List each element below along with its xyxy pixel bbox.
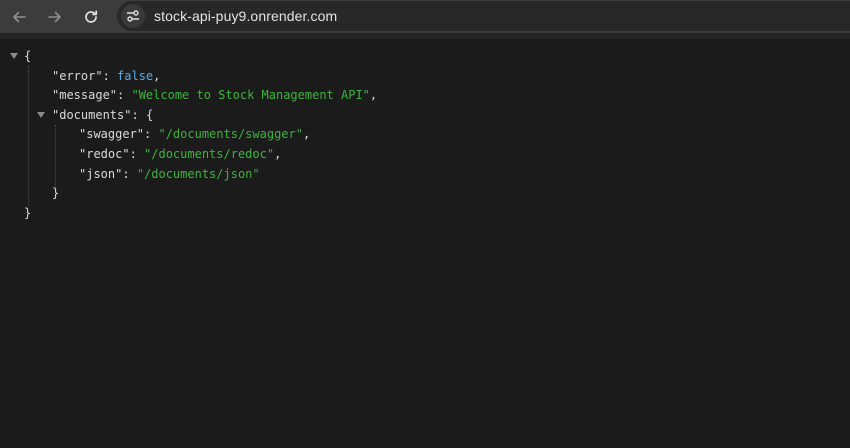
close-brace: }	[24, 205, 32, 220]
json-line-message: "message": "Welcome to Stock Management …	[52, 86, 377, 106]
json-viewer: { "error": false, "message": "Welcome to…	[0, 39, 850, 448]
reload-button[interactable]	[78, 4, 104, 30]
message-key: "message"	[52, 88, 118, 103]
redoc-value: "/documents/redoc"	[144, 147, 275, 161]
comma: ,	[302, 127, 311, 142]
documents-close-brace: }	[52, 186, 60, 201]
json-line-error: "error": false,	[52, 67, 160, 87]
error-key: "error"	[52, 68, 103, 83]
json-line-open: {	[24, 47, 31, 67]
colon: :	[122, 166, 137, 181]
arrow-right-icon	[48, 11, 61, 22]
comma: ,	[274, 147, 282, 161]
colon: :	[131, 107, 146, 122]
collapse-documents-toggle[interactable]	[37, 112, 45, 118]
arrow-left-icon	[13, 11, 26, 22]
documents-open-brace: {	[145, 107, 154, 122]
url-text[interactable]: stock-api-puy9.onrender.com	[154, 8, 337, 24]
json-line-json: "json": "/documents/json"	[79, 165, 260, 185]
comma: ,	[369, 88, 378, 103]
json-line-swagger: "swagger": "/documents/swagger",	[79, 125, 310, 145]
site-info-button[interactable]	[121, 4, 145, 28]
redoc-key: "redoc"	[79, 147, 130, 161]
json-key: "json"	[79, 166, 123, 181]
browser-toolbar: stock-api-puy9.onrender.com	[0, 0, 850, 33]
address-bar[interactable]: stock-api-puy9.onrender.com	[117, 1, 850, 31]
colon: :	[144, 127, 159, 142]
forward-button[interactable]	[42, 4, 68, 30]
comma: ,	[153, 68, 161, 83]
json-value: "/documents/json"	[136, 166, 260, 181]
indent-guide-root	[28, 66, 29, 206]
json-line-redoc: "redoc": "/documents/redoc",	[79, 145, 281, 165]
json-line-close: }	[24, 204, 31, 224]
json-line-documents: "documents": {	[52, 106, 153, 126]
colon: :	[117, 88, 132, 103]
reload-icon	[85, 9, 98, 23]
swagger-key: "swagger"	[79, 127, 145, 142]
open-brace: {	[24, 49, 32, 63]
colon: :	[102, 68, 118, 83]
message-value: "Welcome to Stock Management API"	[131, 88, 370, 103]
json-line-documents-close: }	[52, 184, 59, 204]
back-button[interactable]	[6, 4, 32, 30]
documents-key: "documents"	[52, 107, 132, 122]
swagger-value: "/documents/swagger"	[158, 127, 303, 142]
indent-guide-documents	[55, 125, 56, 187]
colon: :	[129, 147, 145, 161]
error-value: false	[117, 68, 154, 83]
tune-icon	[126, 10, 140, 22]
collapse-root-toggle[interactable]	[10, 53, 18, 59]
